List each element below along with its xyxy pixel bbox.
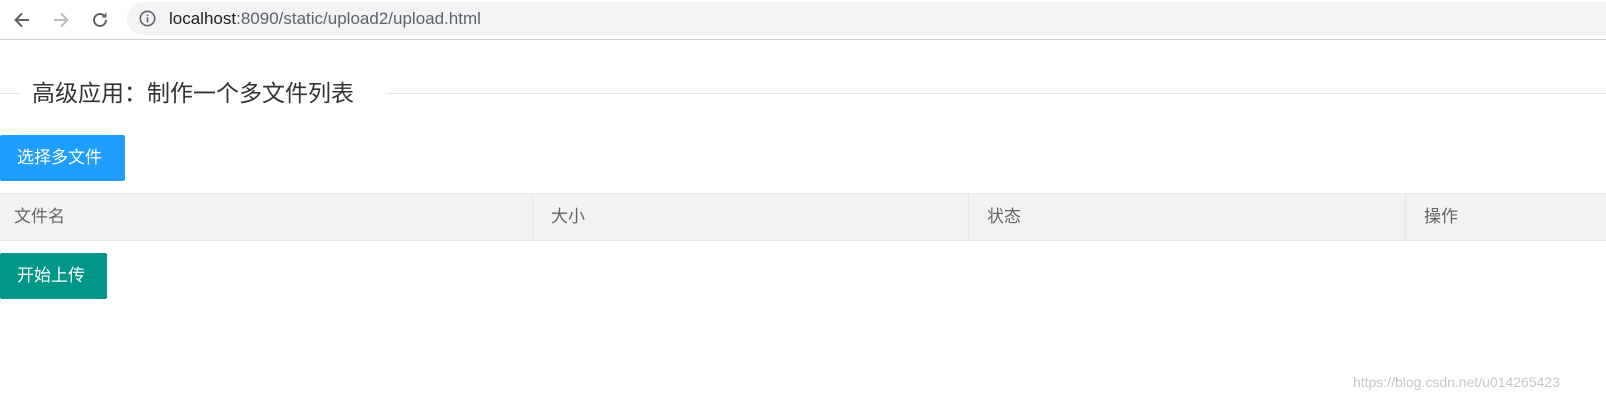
- divider: [0, 93, 20, 94]
- url-text[interactable]: localhost:8090/static/upload2/upload.htm…: [169, 2, 481, 35]
- column-header-size: 大小: [533, 194, 969, 240]
- forward-button[interactable]: [46, 5, 76, 35]
- url-path: :8090/static/upload2/upload.html: [236, 9, 481, 28]
- back-button[interactable]: [7, 5, 37, 35]
- url-host: localhost: [169, 9, 237, 28]
- start-upload-button[interactable]: 开始上传: [0, 253, 107, 299]
- info-icon[interactable]: [139, 10, 156, 27]
- column-header-status: 状态: [969, 194, 1406, 240]
- address-bar[interactable]: localhost:8090/static/upload2/upload.htm…: [127, 2, 1606, 35]
- arrow-right-icon: [54, 12, 69, 28]
- reload-button[interactable]: [85, 5, 115, 35]
- section-title: 高级应用：制作一个多文件列表: [0, 76, 1606, 112]
- select-files-button[interactable]: 选择多文件: [0, 135, 125, 181]
- watermark: https://blog.csdn.net/u014265423: [1352, 374, 1560, 390]
- arrow-left-icon: [14, 12, 29, 28]
- file-list-table: 文件名 大小 状态 操作: [0, 193, 1606, 241]
- divider: [386, 93, 1606, 94]
- browser-toolbar: localhost:8090/static/upload2/upload.htm…: [0, 0, 1606, 40]
- reload-icon: [93, 12, 107, 27]
- column-header-action: 操作: [1424, 207, 1458, 227]
- section-legend: 高级应用：制作一个多文件列表: [32, 81, 354, 107]
- column-header-filename: 文件名: [0, 194, 533, 240]
